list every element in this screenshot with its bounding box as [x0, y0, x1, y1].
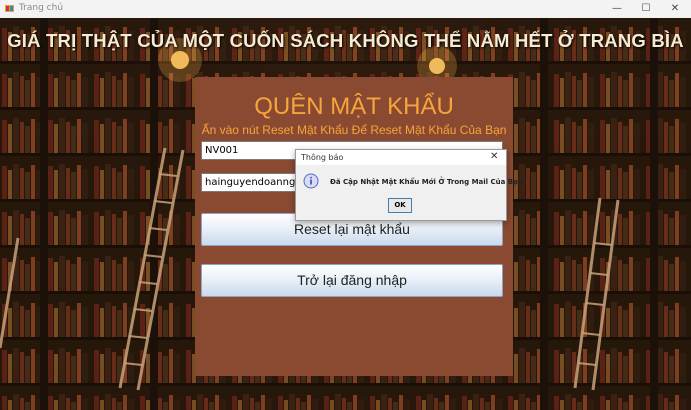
window-title: Trang chủ — [19, 3, 64, 13]
ok-button[interactable]: OK — [388, 198, 412, 213]
message-dialog: Thông báo ✕ Đã Cập Nhật Mật Khẩu Mới Ở T… — [295, 149, 523, 221]
panel-title: QUÊN MẬT KHẨU — [254, 93, 454, 120]
dialog-body: Đã Cập Nhật Mật Khẩu Mới Ở Trong Mail Củ… — [296, 165, 523, 220]
maximize-button[interactable]: ☐ — [632, 0, 660, 18]
back-to-login-button[interactable]: Trở lại đăng nhập — [201, 264, 503, 297]
dialog-close-button[interactable]: ✕ — [490, 151, 498, 162]
forgot-password-panel: QUÊN MẬT KHẨU Ấn vào nút Reset Mật Khẩu … — [195, 77, 513, 376]
app-window: Trang chủ — ☐ ✕ GIÁ TRỊ THẬT CỦA MỘT CUỐ… — [0, 0, 691, 410]
panel-subtitle: Ấn vào nút Reset Mật Khẩu Để Reset Mật K… — [201, 123, 507, 137]
info-icon — [303, 173, 319, 189]
close-button[interactable]: ✕ — [661, 0, 689, 18]
title-bar: Trang chủ — ☐ ✕ — [0, 0, 691, 19]
dialog-message: Đã Cập Nhật Mật Khẩu Mới Ở Trong Mail Củ… — [330, 178, 523, 186]
headline: GIÁ TRỊ THẬT CỦA MỘT CUỐN SÁCH KHÔNG THỂ… — [7, 30, 684, 51]
app-icon — [5, 5, 14, 12]
dialog-title: Thông báo — [301, 153, 344, 162]
minimize-button[interactable]: — — [603, 0, 631, 18]
